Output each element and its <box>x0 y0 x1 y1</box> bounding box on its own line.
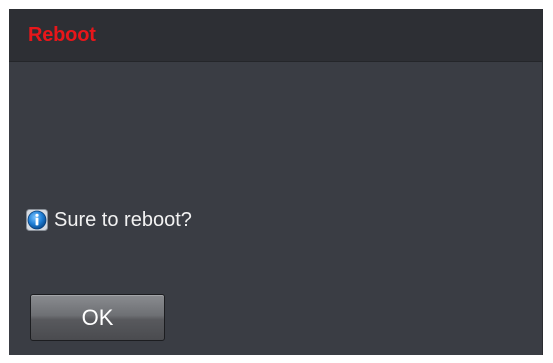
ok-button[interactable]: OK <box>30 294 165 341</box>
page-top-margin <box>0 0 553 9</box>
dialog-title: Reboot <box>28 24 96 46</box>
dialog-header: Reboot <box>9 9 542 62</box>
page-bottom-margin <box>0 355 553 363</box>
confirmation-message: Sure to reboot? <box>26 208 192 232</box>
reboot-dialog: Reboot Sure to reboot? OK <box>9 9 543 355</box>
info-icon <box>26 209 48 231</box>
message-text: Sure to reboot? <box>54 209 192 231</box>
